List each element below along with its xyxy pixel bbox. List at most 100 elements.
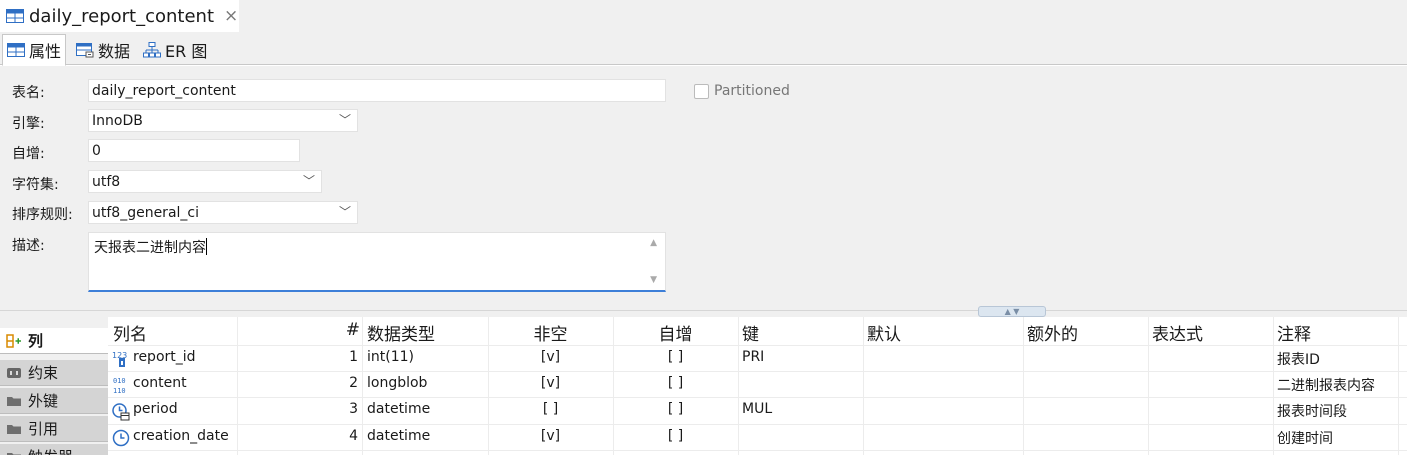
- column-comment[interactable]: 创建时间: [1277, 424, 1333, 450]
- column-ordinal: 3: [349, 401, 358, 417]
- header-not-null[interactable]: 非空: [488, 317, 613, 345]
- collation-select[interactable]: utf8_general_ci ﹀: [88, 201, 358, 224]
- header-default[interactable]: 默认: [867, 317, 901, 345]
- tab-data[interactable]: 数据: [72, 34, 134, 65]
- grid-divider: [1273, 317, 1274, 455]
- grid-divider: [738, 317, 739, 455]
- header-column-name[interactable]: 列名: [113, 317, 147, 345]
- numeric-column-icon: 123: [112, 351, 127, 367]
- column-type[interactable]: int(11): [367, 345, 414, 371]
- grid-row-divider: [108, 424, 1407, 425]
- charset-value: utf8: [92, 174, 121, 190]
- auto-increment-label: 自增:: [12, 146, 45, 162]
- partitioned-checkbox-box[interactable]: [694, 83, 709, 99]
- column-auto-increment[interactable]: [ ]: [613, 424, 738, 450]
- header-data-type[interactable]: 数据类型: [367, 317, 435, 345]
- editor-tab-strip: daily_report_content ×: [0, 0, 1407, 32]
- header-extra[interactable]: 额外的: [1027, 317, 1078, 345]
- binary-column-icon: 010 110: [113, 377, 126, 394]
- partitioned-checkbox[interactable]: Partitioned: [694, 83, 790, 99]
- tab-er-diagram[interactable]: ER 图: [139, 34, 211, 65]
- charset-label: 字符集:: [12, 177, 59, 193]
- column-auto-increment[interactable]: [ ]: [613, 397, 738, 423]
- description-textarea[interactable]: 天报表二进制内容 ▲ ▼: [88, 232, 666, 292]
- grid-divider: [863, 317, 864, 455]
- splitter-handle[interactable]: ▲ ▼: [978, 306, 1046, 317]
- columns-grid[interactable]: 列名 # 数据类型 非空 自增 键 默认 额外的 表达式 注释 123 repo…: [108, 317, 1407, 455]
- table-properties-icon: [7, 43, 25, 57]
- column-not-null[interactable]: [v]: [488, 371, 613, 397]
- datetime-column-icon: [112, 403, 130, 421]
- column-auto-increment[interactable]: [ ]: [613, 371, 738, 397]
- column-name[interactable]: report_id: [133, 345, 196, 371]
- table-icon: [6, 9, 24, 23]
- column-type[interactable]: datetime: [367, 397, 430, 423]
- side-tab-triggers[interactable]: 触发器: [0, 444, 108, 455]
- side-tab-triggers-label: 触发器: [28, 446, 73, 455]
- engine-label: 引擎:: [12, 116, 45, 132]
- column-key: MUL: [742, 401, 773, 417]
- engine-select[interactable]: InnoDB ﹀: [88, 109, 358, 132]
- side-tabs: 列 约束 外键 引用 触发器: [0, 317, 108, 455]
- table-name-label: 表名:: [12, 85, 45, 101]
- column-comment[interactable]: 报表ID: [1277, 345, 1320, 371]
- partitioned-label: Partitioned: [714, 83, 790, 99]
- column-name[interactable]: content: [133, 371, 187, 397]
- folder-icon: [7, 452, 21, 455]
- panel-splitter[interactable]: ▲ ▼: [0, 306, 1407, 317]
- grid-divider: [1148, 317, 1149, 455]
- grid-divider: [1398, 317, 1399, 455]
- constraint-icon: [7, 367, 21, 378]
- editor-subtabs: 属性 数据 ER 图: [0, 32, 1407, 66]
- side-tab-constraints[interactable]: 约束: [0, 360, 108, 386]
- header-auto-increment[interactable]: 自增: [613, 317, 738, 345]
- auto-increment-field[interactable]: 0: [88, 139, 300, 162]
- close-icon[interactable]: ×: [224, 6, 238, 26]
- header-key[interactable]: 键: [742, 317, 759, 345]
- header-comment[interactable]: 注释: [1277, 317, 1311, 345]
- column-comment[interactable]: 报表时间段: [1277, 397, 1347, 423]
- description-label: 描述:: [12, 238, 45, 254]
- side-tab-references[interactable]: 引用: [0, 416, 108, 442]
- column-name[interactable]: creation_date: [133, 424, 229, 450]
- table-name-field[interactable]: daily_report_content: [88, 79, 666, 102]
- column-type[interactable]: longblob: [367, 371, 427, 397]
- column-key: PRI: [742, 349, 765, 365]
- er-diagram-icon: [143, 41, 161, 57]
- column-not-null[interactable]: [v]: [488, 345, 613, 371]
- collation-value: utf8_general_ci: [92, 205, 199, 221]
- column-type[interactable]: datetime: [367, 424, 430, 450]
- column-comment[interactable]: 二进制报表内容: [1277, 371, 1375, 397]
- editor-tab[interactable]: daily_report_content ×: [0, 0, 239, 32]
- column-not-null[interactable]: [ ]: [488, 397, 613, 423]
- tab-data-label: 数据: [98, 41, 131, 61]
- column-auto-increment[interactable]: [ ]: [613, 345, 738, 371]
- tab-properties[interactable]: 属性: [2, 34, 67, 66]
- side-tab-foreign-keys[interactable]: 外键: [0, 388, 108, 414]
- grid-divider: [1023, 317, 1024, 455]
- header-ordinal[interactable]: #: [308, 317, 360, 345]
- side-tab-columns-label: 列: [28, 332, 44, 350]
- text-caret: [206, 238, 207, 255]
- column-not-null[interactable]: [v]: [488, 424, 613, 450]
- scroll-down-icon[interactable]: ▼: [650, 275, 657, 285]
- charset-select[interactable]: utf8 ﹀: [88, 170, 322, 193]
- tab-er-diagram-label: ER 图: [165, 41, 208, 61]
- svg-text:010: 010: [113, 377, 126, 385]
- side-tab-constraints-label: 约束: [28, 364, 59, 382]
- clock-icon: [112, 429, 130, 447]
- description-text: 天报表二进制内容: [94, 240, 206, 256]
- scroll-up-icon[interactable]: ▲: [650, 238, 657, 248]
- column-ordinal: 4: [349, 428, 358, 444]
- svg-text:110: 110: [113, 387, 126, 394]
- header-expression[interactable]: 表达式: [1152, 317, 1203, 345]
- column-add-icon: [6, 333, 21, 348]
- engine-value: InnoDB: [92, 113, 143, 129]
- column-ordinal: 2: [349, 375, 358, 391]
- grid-row-divider: [108, 371, 1407, 372]
- side-tab-columns[interactable]: 列: [0, 328, 108, 354]
- folder-icon: [7, 424, 21, 434]
- side-tab-foreign-keys-label: 外键: [28, 392, 59, 410]
- column-name[interactable]: period: [133, 397, 178, 423]
- properties-panel: 表名: daily_report_content Partitioned 引擎:…: [0, 66, 1407, 310]
